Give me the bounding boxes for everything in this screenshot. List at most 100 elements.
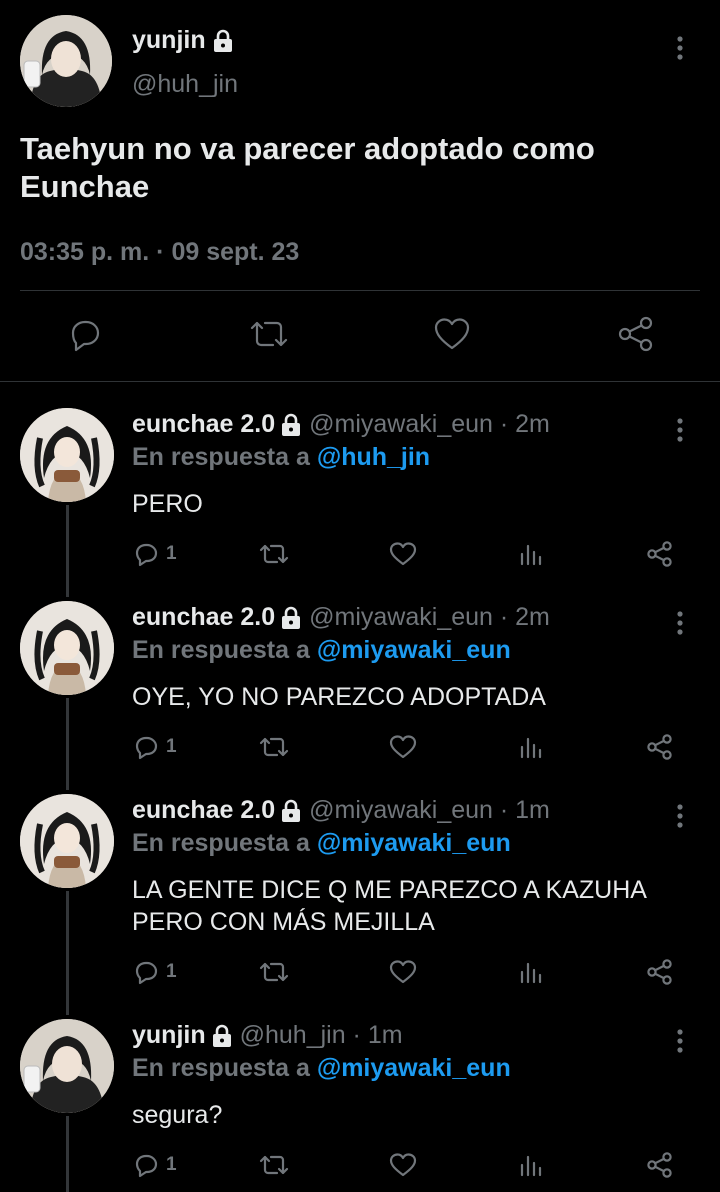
reply-header: eunchae 2.0 @miyawaki_eun · 1m [132,796,550,825]
more-options-icon[interactable] [670,609,690,637]
reply-text: segura? [132,1101,223,1129]
reply-button[interactable]: 1 [133,733,177,761]
lock-icon [280,799,302,823]
in-reply-to: En respuesta a @miyawaki_eun [132,636,511,665]
reply-author-name[interactable]: yunjin [132,1021,206,1050]
share-icon [647,734,672,760]
share-button[interactable] [645,540,675,568]
reply-tweet: eunchae 2.0 @miyawaki_eun · 2m En respue… [0,408,720,588]
avatar[interactable] [20,601,114,695]
like-button[interactable] [388,733,418,761]
reply-button[interactable] [66,315,104,353]
reply-text: OYE, YO NO PAREZCO ADOPTADA [132,683,546,711]
in-reply-to: En respuesta a @miyawaki_eun [132,1054,511,1083]
share-icon [647,1152,672,1178]
analytics-icon [520,544,542,566]
reply-count: 1 [166,543,177,564]
share-icon [618,316,653,352]
more-options-icon[interactable] [670,1027,690,1055]
analytics-button[interactable] [517,958,545,986]
reply-header: eunchae 2.0 @miyawaki_eun · 2m [132,410,550,439]
retweet-button[interactable] [248,315,290,353]
retweet-button[interactable] [258,1151,290,1179]
reply-text: LA GENTE DICE Q ME PAREZCO A KAZUHA PERO… [132,876,646,936]
tweet-text: Taehyun no va parecer adoptado como Eunc… [20,131,595,204]
main-tweet: yunjin @huh_jin Taehyun no va parecer ad… [0,0,720,382]
reply-button[interactable]: 1 [133,540,177,568]
reply-icon [71,320,100,352]
retweet-icon [259,1155,289,1175]
reply-button[interactable]: 1 [133,1151,177,1179]
reply-text: PERO [132,490,203,518]
like-button[interactable] [432,315,472,353]
like-icon [389,542,417,566]
lock-icon [280,606,302,630]
retweet-button[interactable] [258,958,290,986]
avatar[interactable] [20,1019,114,1113]
lock-icon [212,29,234,53]
reply-icon [135,1154,158,1178]
divider [0,381,720,382]
like-button[interactable] [388,540,418,568]
retweet-icon [259,544,289,564]
more-options-icon[interactable] [670,802,690,830]
in-reply-to-label: En respuesta a [132,1054,310,1082]
avatar[interactable] [20,15,112,107]
in-reply-to-link[interactable]: @huh_jin [317,443,430,471]
retweet-button[interactable] [258,540,290,568]
in-reply-to: En respuesta a @huh_jin [132,443,430,472]
reply-author-name[interactable]: eunchae 2.0 [132,410,275,439]
in-reply-to-link[interactable]: @miyawaki_eun [317,1054,511,1082]
reply-tweet: yunjin @huh_jin · 1m En respuesta a @miy… [0,1019,720,1192]
more-options-icon[interactable] [670,34,690,62]
lock-icon [211,1024,233,1048]
share-icon [647,541,672,567]
share-button[interactable] [645,1151,675,1179]
author-name[interactable]: yunjin [132,26,234,55]
author-handle[interactable]: @huh_jin [132,70,238,99]
reply-icon [135,543,158,567]
reply-author-name[interactable]: eunchae 2.0 [132,603,275,632]
like-icon [434,318,470,350]
reply-author-handle[interactable]: @miyawaki_eun · 2m [309,410,550,439]
reply-author-handle[interactable]: @miyawaki_eun · 1m [309,796,550,825]
in-reply-to-link[interactable]: @miyawaki_eun [317,829,511,857]
reply-author-handle[interactable]: @huh_jin · 1m [240,1021,403,1050]
like-icon [389,960,417,984]
reply-author-name[interactable]: eunchae 2.0 [132,796,275,825]
analytics-button[interactable] [517,540,545,568]
like-icon [389,735,417,759]
retweet-icon [250,321,288,347]
in-reply-to-label: En respuesta a [132,443,310,471]
avatar[interactable] [20,794,114,888]
more-options-icon[interactable] [670,416,690,444]
like-button[interactable] [388,1151,418,1179]
analytics-icon [520,737,542,759]
in-reply-to-label: En respuesta a [132,636,310,664]
in-reply-to: En respuesta a @miyawaki_eun [132,829,511,858]
reply-icon [135,961,158,985]
retweet-icon [259,737,289,757]
in-reply-to-label: En respuesta a [132,829,310,857]
avatar[interactable] [20,408,114,502]
reply-tweet: eunchae 2.0 @miyawaki_eun · 1m En respue… [0,794,720,1006]
in-reply-to-link[interactable]: @miyawaki_eun [317,636,511,664]
reply-button[interactable]: 1 [133,958,177,986]
lock-icon [280,413,302,437]
reply-header: yunjin @huh_jin · 1m [132,1021,403,1050]
reply-count: 1 [166,961,177,982]
share-icon [647,959,672,985]
reply-header: eunchae 2.0 @miyawaki_eun · 2m [132,603,550,632]
like-button[interactable] [388,958,418,986]
reply-author-handle[interactable]: @miyawaki_eun · 2m [309,603,550,632]
share-button[interactable] [645,733,675,761]
share-button[interactable] [616,315,656,353]
analytics-button[interactable] [517,733,545,761]
reply-icon [135,736,158,760]
analytics-icon [520,1155,542,1177]
tweet-timestamp[interactable]: 03:35 p. m. · 09 sept. 23 [20,238,299,267]
analytics-button[interactable] [517,1151,545,1179]
share-button[interactable] [645,958,675,986]
retweet-button[interactable] [258,733,290,761]
author-name-text[interactable]: yunjin [132,26,206,55]
